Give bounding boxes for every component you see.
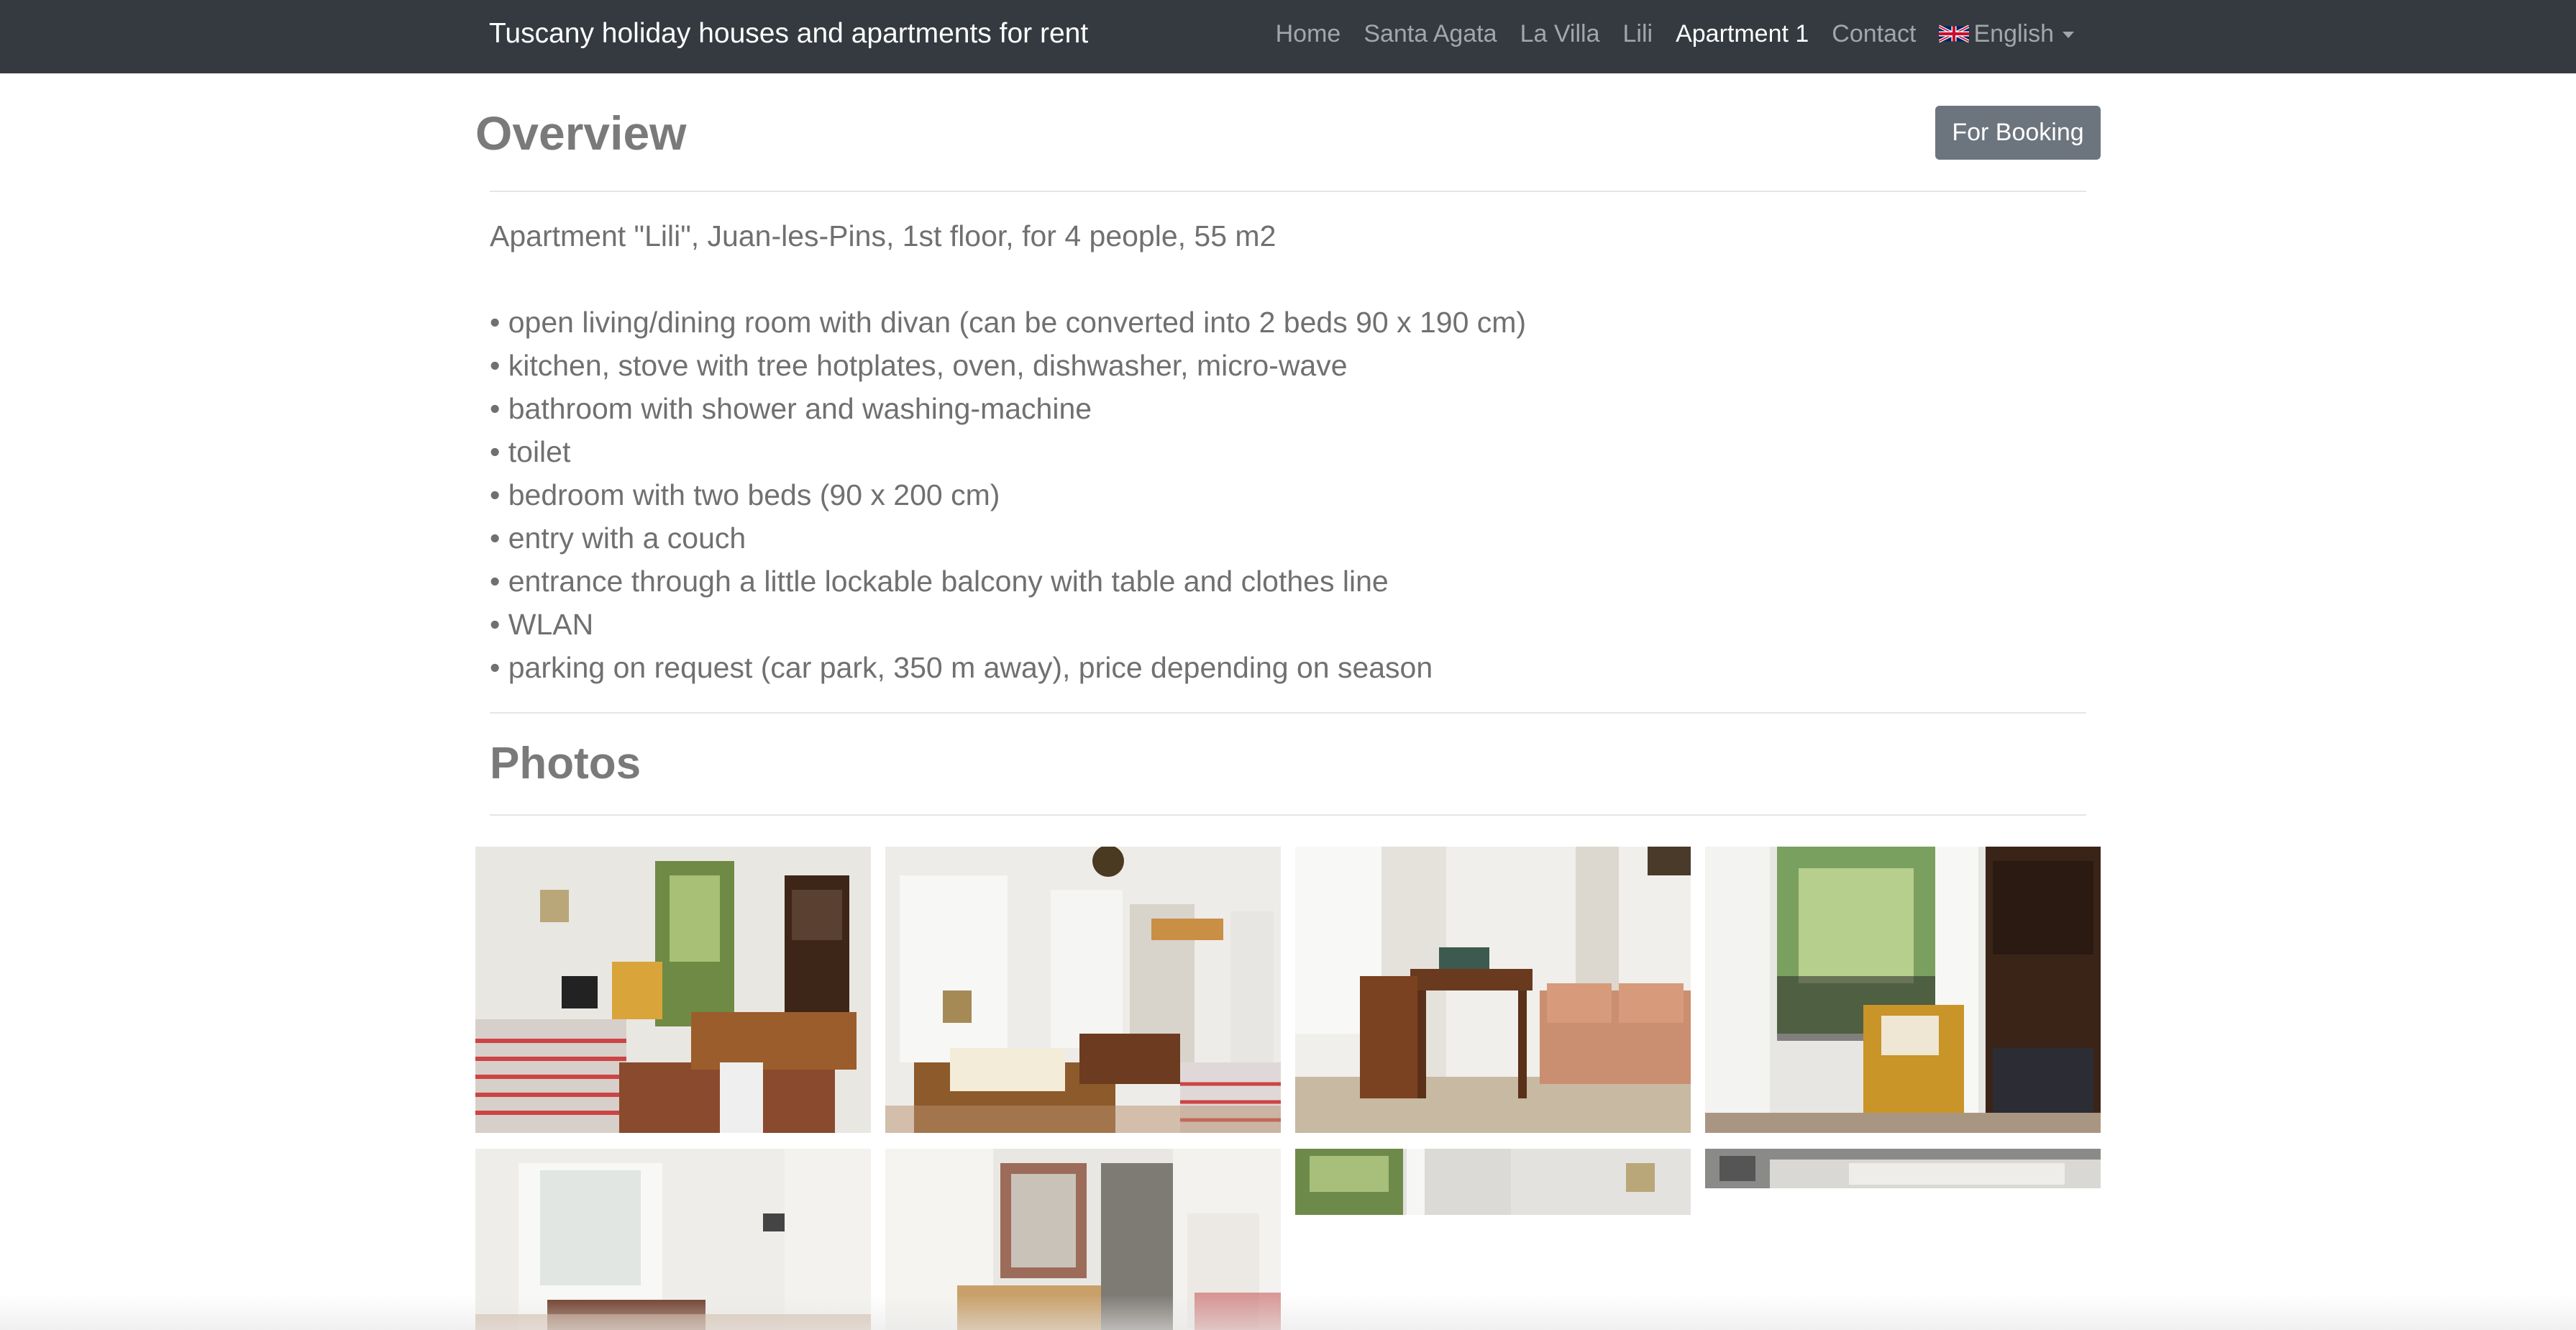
feature-item: parking on request (car park, 350 m away… <box>490 646 2072 689</box>
main-nav: Home Santa Agata La Villa Lili Apartment… <box>1276 0 2074 68</box>
language-dropdown[interactable]: English <box>1939 20 2074 48</box>
for-booking-button[interactable]: For Booking <box>1935 106 2101 160</box>
site-brand[interactable]: Tuscany holiday houses and apartments fo… <box>489 0 1088 68</box>
nav-home[interactable]: Home <box>1276 20 1341 48</box>
divider <box>490 191 2086 192</box>
divider <box>490 712 2086 714</box>
apartment-intro: Apartment "Lili", Juan-les-Pins, 1st flo… <box>490 219 1276 252</box>
photo-entry-mirror[interactable] <box>885 1149 1281 1330</box>
bottom-shadow <box>0 1295 2576 1330</box>
photo-living-room-window[interactable] <box>475 1149 871 1330</box>
divider <box>490 814 2086 816</box>
overview-heading: Overview <box>475 106 687 160</box>
nav-santa-agata[interactable]: Santa Agata <box>1364 20 1497 48</box>
nav-la-villa[interactable]: La Villa <box>1520 20 1600 48</box>
feature-item: open living/dining room with divan (can … <box>490 301 2072 344</box>
feature-item: bathroom with shower and washing-machine <box>490 387 2072 430</box>
feature-item: entrance through a little lockable balco… <box>490 560 2072 603</box>
feature-list: open living/dining room with divan (can … <box>490 301 2072 689</box>
photos-heading: Photos <box>490 739 641 788</box>
feature-item: toilet <box>490 430 2072 473</box>
feature-item: kitchen, stove with tree hotplates, oven… <box>490 344 2072 387</box>
photo-window-palm[interactable] <box>1295 1149 1691 1215</box>
feature-item: entry with a couch <box>490 516 2072 560</box>
nav-lili[interactable]: Lili <box>1623 20 1653 48</box>
photo-desk-and-sofa[interactable] <box>1295 847 1691 1133</box>
feature-item: bedroom with two beds (90 x 200 cm) <box>490 473 2072 516</box>
feature-item: WLAN <box>490 603 2072 646</box>
top-navbar: Tuscany holiday houses and apartments fo… <box>0 0 2576 73</box>
language-label: English <box>1973 19 2054 47</box>
chevron-down-icon <box>2063 31 2074 38</box>
uk-flag-icon <box>1939 24 1970 43</box>
nav-apartment-1[interactable]: Apartment 1 <box>1676 20 1809 48</box>
apartment-description: Apartment "Lili", Juan-les-Pins, 1st flo… <box>490 214 2072 689</box>
photo-dining-room[interactable] <box>885 847 1281 1133</box>
photo-living-room-divan[interactable] <box>475 847 871 1133</box>
nav-contact[interactable]: Contact <box>1832 20 1916 48</box>
photo-room-partial[interactable] <box>1705 1149 2101 1188</box>
photo-balcony-armchair[interactable] <box>1705 847 2101 1133</box>
